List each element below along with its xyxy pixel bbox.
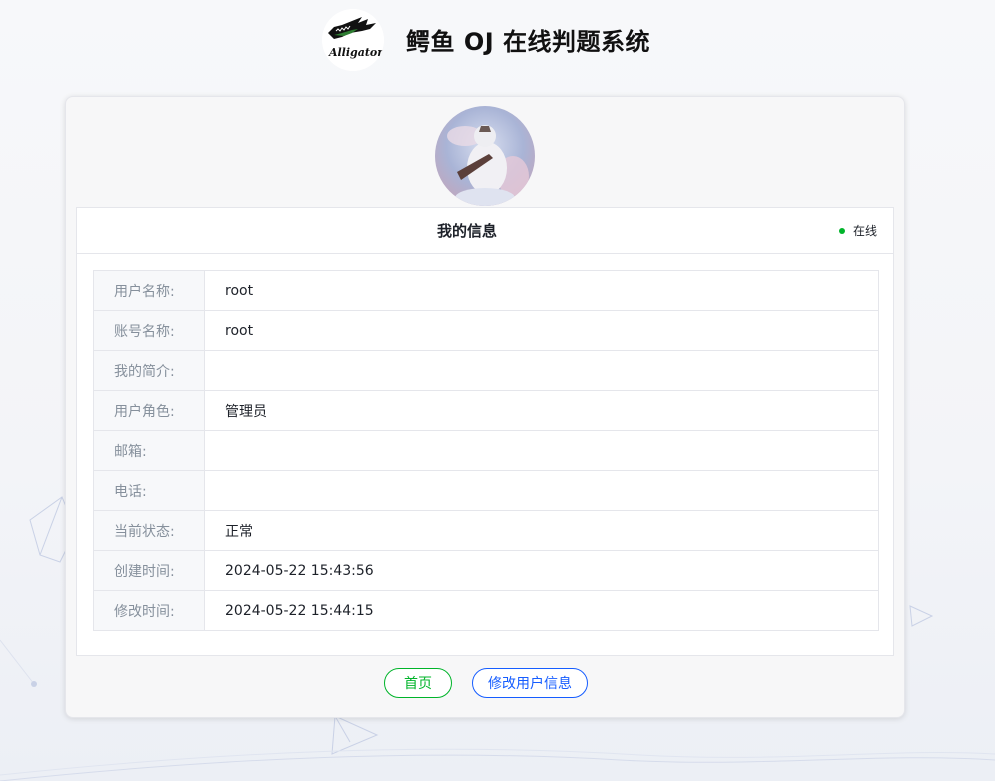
status-text: 在线 xyxy=(852,224,877,238)
table-row: 邮箱: xyxy=(93,430,879,471)
site-header: Alligator 鳄鱼 OJ 在线判题系统 xyxy=(0,0,995,84)
user-info-table: 用户名称: root 账号名称: root 我的简介: 用户角色: 管理员 邮箱… xyxy=(93,270,879,631)
edit-profile-button[interactable]: 修改用户信息 xyxy=(472,668,588,698)
field-value: 管理员 xyxy=(204,390,879,431)
table-row: 我的简介: xyxy=(93,350,879,391)
field-value: 2024-05-22 15:44:15 xyxy=(204,590,879,631)
table-row: 用户名称: root xyxy=(93,270,879,311)
home-button[interactable]: 首页 xyxy=(384,668,452,698)
info-title: 我的信息 xyxy=(436,222,497,240)
field-label: 当前状态: xyxy=(93,510,205,551)
field-label: 我的简介: xyxy=(93,350,205,391)
field-label: 用户名称: xyxy=(93,270,205,311)
table-row: 当前状态: 正常 xyxy=(93,510,879,551)
field-value xyxy=(204,470,879,511)
field-label: 创建时间: xyxy=(93,550,205,591)
field-label: 电话: xyxy=(93,470,205,511)
table-row: 电话: xyxy=(93,470,879,511)
field-value: root xyxy=(204,270,879,311)
table-row: 用户角色: 管理员 xyxy=(93,390,879,431)
field-value: 2024-05-22 15:43:56 xyxy=(204,550,879,591)
field-label: 邮箱: xyxy=(93,430,205,471)
logo-wordmark: Alligator xyxy=(328,46,384,59)
info-panel: 我的信息 在线 用户名称: root 账号名称: root 我的简介: 用户角色… xyxy=(76,207,894,656)
field-value xyxy=(204,430,879,471)
field-label: 账号名称: xyxy=(93,310,205,351)
field-label: 用户角色: xyxy=(93,390,205,431)
info-panel-header: 我的信息 在线 xyxy=(77,208,893,254)
profile-card: 我的信息 在线 用户名称: root 账号名称: root 我的简介: 用户角色… xyxy=(65,96,905,718)
table-row: 创建时间: 2024-05-22 15:43:56 xyxy=(93,550,879,591)
online-dot-icon xyxy=(838,227,845,234)
table-row: 修改时间: 2024-05-22 15:44:15 xyxy=(93,590,879,631)
field-value: root xyxy=(204,310,879,351)
user-avatar[interactable] xyxy=(435,106,535,206)
site-title: 鳄鱼 OJ 在线判题系统 xyxy=(406,28,651,56)
field-label: 修改时间: xyxy=(93,590,205,631)
table-row: 账号名称: root xyxy=(93,310,879,351)
online-status: 在线 xyxy=(838,222,877,239)
alligator-logo[interactable]: Alligator xyxy=(322,9,384,71)
field-value: 正常 xyxy=(204,510,879,551)
field-value xyxy=(204,350,879,391)
